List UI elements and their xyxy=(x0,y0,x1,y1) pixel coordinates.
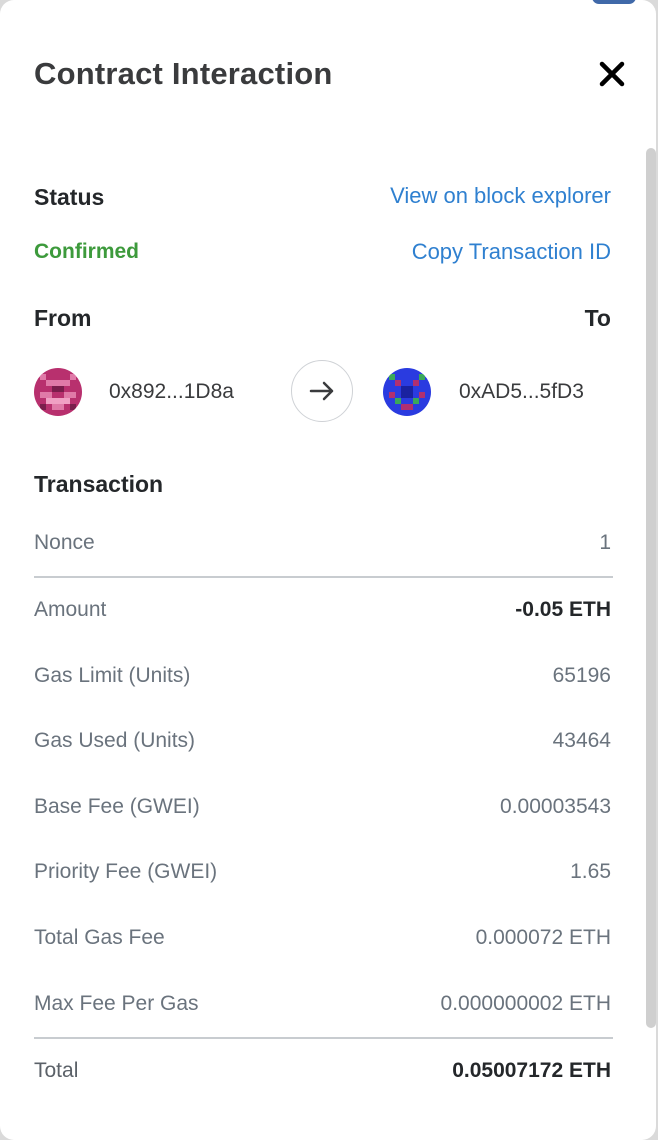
scrollbar[interactable] xyxy=(646,148,656,1028)
background-element xyxy=(592,0,636,4)
total-gas-fee-label: Total Gas Fee xyxy=(34,926,165,949)
copy-transaction-id-link[interactable]: Copy Transaction ID xyxy=(412,239,611,265)
modal-title: Contract Interaction xyxy=(34,56,333,91)
to-address[interactable]: 0xAD5...5fD3 xyxy=(459,380,584,404)
close-icon xyxy=(599,61,625,87)
gas-used-value: 43464 xyxy=(552,729,611,752)
transaction-details-modal: Contract Interaction Status View on bloc… xyxy=(0,0,656,1140)
view-on-block-explorer-link[interactable]: View on block explorer xyxy=(390,183,611,209)
gas-limit-value: 65196 xyxy=(552,664,611,687)
gas-limit-label: Gas Limit (Units) xyxy=(34,664,191,687)
arrow-right-icon xyxy=(309,381,334,401)
nonce-label: Nonce xyxy=(34,531,95,554)
status-label: Status xyxy=(34,184,105,210)
divider xyxy=(34,1037,613,1039)
nonce-value: 1 xyxy=(599,531,611,554)
total-gas-fee-value: 0.000072 ETH xyxy=(475,926,611,949)
to-label: To xyxy=(584,305,611,331)
divider xyxy=(34,576,613,578)
base-fee-label: Base Fee (GWEI) xyxy=(34,795,200,818)
from-avatar xyxy=(34,368,82,416)
from-address[interactable]: 0x892...1D8a xyxy=(109,380,234,404)
priority-fee-value: 1.65 xyxy=(570,860,611,883)
gas-used-label: Gas Used (Units) xyxy=(34,729,196,752)
close-button[interactable] xyxy=(596,58,628,90)
amount-value: -0.05 ETH xyxy=(515,598,611,621)
max-fee-per-gas-value: 0.000000002 ETH xyxy=(440,992,611,1015)
direction-indicator xyxy=(291,360,353,422)
max-fee-per-gas-label: Max Fee Per Gas xyxy=(34,992,199,1015)
base-fee-value: 0.00003543 xyxy=(500,795,611,818)
total-value: 0.05007172 ETH xyxy=(452,1059,611,1082)
status-badge: Confirmed xyxy=(34,240,139,263)
priority-fee-label: Priority Fee (GWEI) xyxy=(34,860,218,883)
transaction-heading: Transaction xyxy=(34,471,164,497)
from-label: From xyxy=(34,305,92,331)
total-label: Total xyxy=(34,1059,79,1082)
amount-label: Amount xyxy=(34,598,107,621)
to-avatar xyxy=(383,368,431,416)
